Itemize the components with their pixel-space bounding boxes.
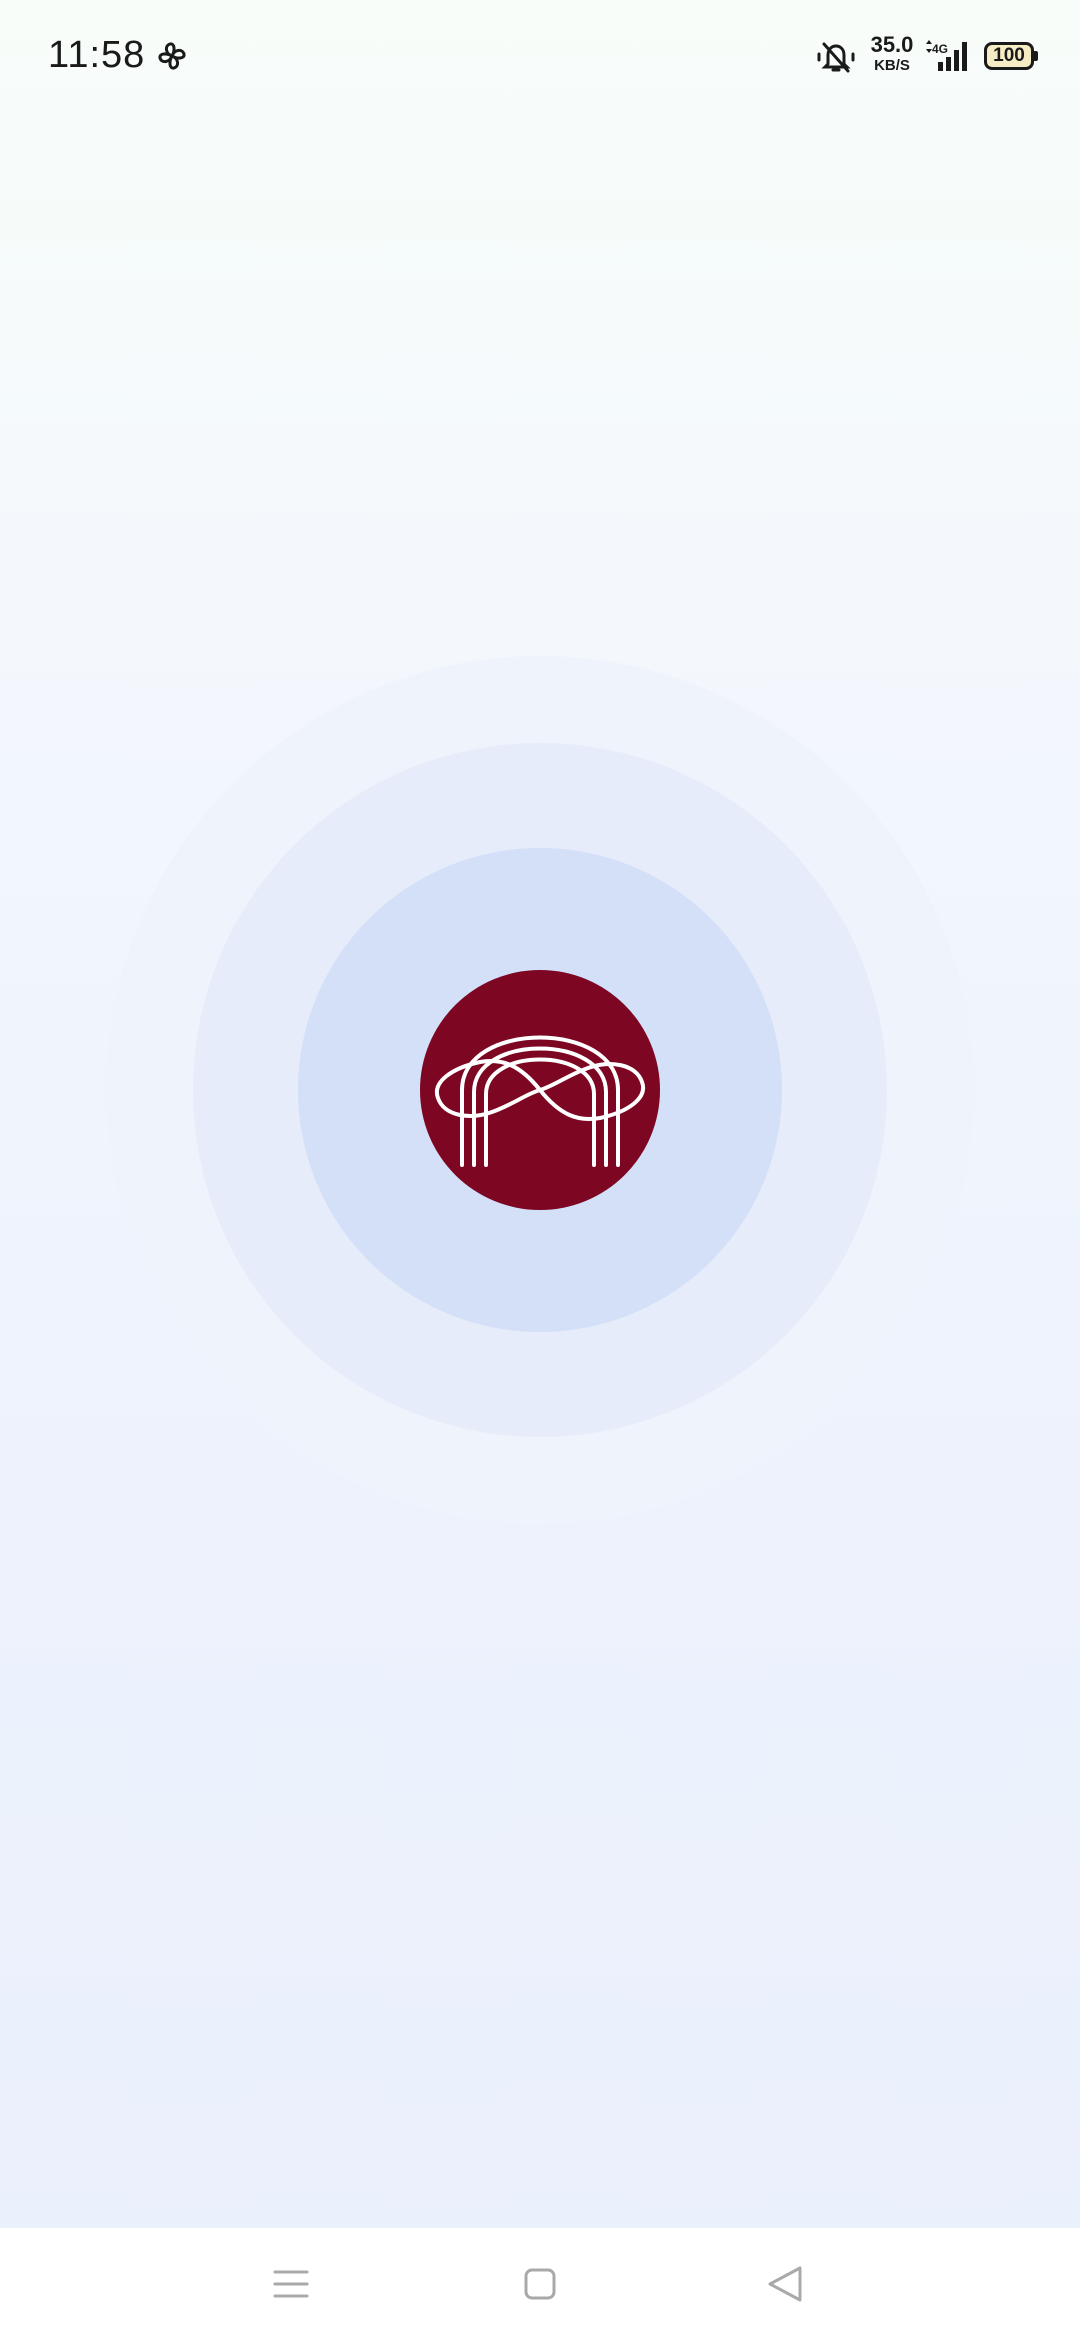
home-button[interactable] <box>508 2252 572 2316</box>
network-speed-value: 35.0 <box>870 32 914 57</box>
infinity-arch-logo <box>434 1035 646 1167</box>
menu-button[interactable] <box>259 2252 323 2316</box>
network-speed-unit: KB/S <box>874 57 910 74</box>
battery-icon: 100 <box>984 42 1038 70</box>
back-button[interactable] <box>752 2252 816 2316</box>
network-type-label: 4G <box>932 42 948 56</box>
network-speed: 35.0 KB/S <box>866 32 918 74</box>
menu-icon <box>273 2270 309 2298</box>
status-bar: 11:58 35.0 KB/S 4G 100 <box>0 0 1080 110</box>
fan-icon <box>158 42 186 70</box>
app-logo <box>420 970 660 1210</box>
status-time: 11:58 <box>48 34 146 76</box>
back-icon <box>768 2266 802 2302</box>
signal-icon: 4G <box>926 40 967 71</box>
battery-level: 100 <box>993 45 1025 66</box>
mute-icon <box>817 42 855 73</box>
navigation-bar <box>0 2228 1080 2340</box>
home-icon <box>524 2268 556 2300</box>
